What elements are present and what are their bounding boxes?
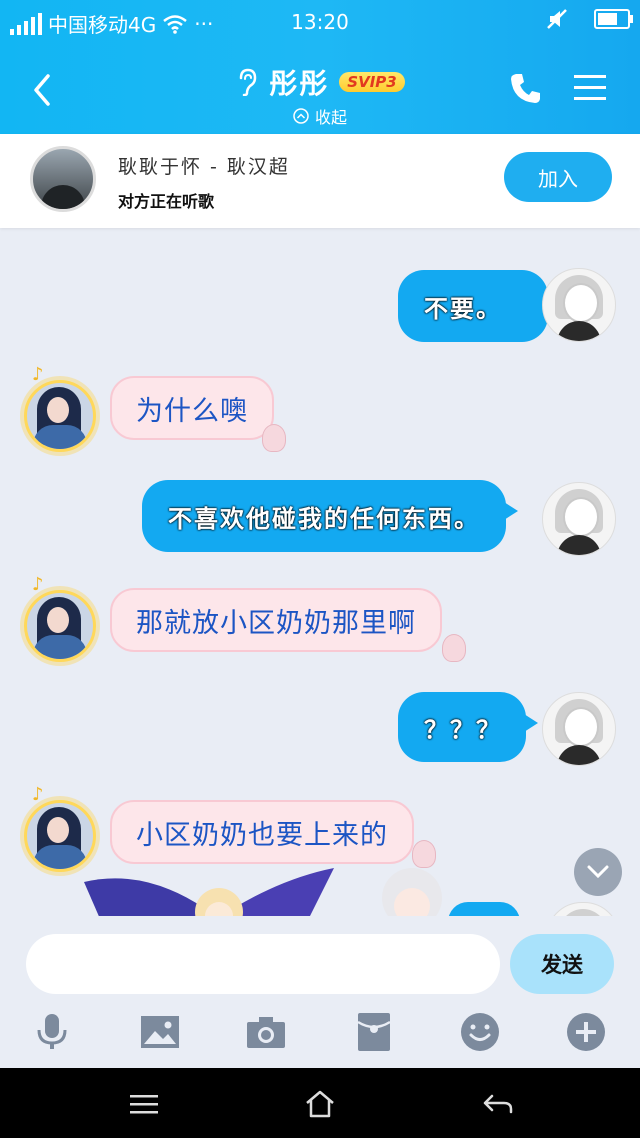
red-packet-button[interactable] [352, 1010, 396, 1054]
home-icon [306, 1090, 334, 1118]
my-avatar[interactable] [542, 268, 616, 342]
message-bubble-outgoing-partial[interactable] [448, 902, 520, 916]
home-button[interactable] [300, 1084, 340, 1124]
plus-icon [567, 1013, 605, 1051]
my-avatar[interactable] [546, 902, 620, 916]
message-text: 不要。 [424, 294, 502, 323]
bubble-sticker-icon [262, 424, 286, 452]
collapse-label: 收起 [314, 108, 347, 127]
collapse-toggle[interactable]: 收起 [293, 104, 347, 128]
chevron-up-circle-icon [293, 108, 309, 124]
message-bubble-incoming[interactable]: 那就放小区奶奶那里啊 [110, 588, 442, 652]
album-cover [30, 146, 96, 212]
send-button[interactable]: 发送 [510, 934, 614, 994]
system-nav-bar [0, 1068, 640, 1138]
message-text: ？？？ [424, 715, 502, 744]
recent-apps-button[interactable] [124, 1084, 164, 1124]
clock: 13:20 [291, 10, 349, 34]
message-bubble-outgoing[interactable]: 不喜欢他碰我的任何东西。 [142, 480, 518, 552]
menu-icon [130, 1095, 158, 1114]
menu-icon [574, 75, 606, 100]
contact-avatar[interactable] [24, 800, 96, 872]
my-avatar[interactable] [542, 482, 616, 556]
music-note-icon: ♪ [32, 574, 44, 595]
menu-button[interactable] [572, 70, 608, 106]
chevron-down-icon [587, 865, 609, 879]
music-note-icon: ♪ [32, 364, 44, 385]
scroll-to-bottom-button[interactable] [574, 848, 622, 896]
message-input[interactable] [26, 934, 500, 994]
red-packet-icon [357, 1013, 391, 1051]
image-button[interactable] [138, 1010, 182, 1054]
svip-badge: SVIP3 [339, 72, 405, 92]
message-bubble-outgoing[interactable]: 不要。 [398, 270, 560, 342]
message-text: 小区奶奶也要上来的 [136, 819, 388, 851]
composer: 发送 [0, 916, 640, 1068]
chat-area[interactable]: 不要。 ♪ 为什么噢 不喜欢他碰我的任何东西。 ♪ 那就放小区奶奶那里啊 ？？？… [0, 228, 640, 916]
message-text: 那就放小区奶奶那里啊 [136, 607, 416, 639]
battery-icon [594, 9, 633, 29]
sticker-image[interactable] [372, 864, 452, 916]
message-bubble-incoming[interactable]: 小区奶奶也要上来的 [110, 800, 414, 864]
music-note-icon: ♪ [32, 784, 44, 805]
message-text: 为什么噢 [136, 395, 248, 427]
listen-status: 对方正在听歌 [118, 192, 215, 211]
song-title: 耿耿于怀 - 耿汉超 [118, 156, 290, 178]
emoji-button[interactable] [458, 1010, 502, 1054]
join-button[interactable]: 加入 [504, 152, 612, 202]
listen-together-bar: 耿耿于怀 - 耿汉超 对方正在听歌 加入 [0, 134, 640, 228]
message-text: 不喜欢他碰我的任何东西。 [168, 504, 480, 533]
my-avatar[interactable] [542, 692, 616, 766]
sticker-image[interactable] [84, 868, 334, 916]
microphone-icon [37, 1014, 67, 1049]
contact-avatar[interactable] [24, 380, 96, 452]
microphone-button[interactable] [30, 1010, 74, 1054]
call-button[interactable] [508, 70, 548, 110]
message-bubble-incoming[interactable]: 为什么噢 [110, 376, 274, 440]
back-arrow-icon [483, 1094, 513, 1114]
image-icon [141, 1016, 179, 1048]
bubble-sticker-icon [442, 634, 466, 662]
phone-icon [511, 74, 540, 103]
back-nav-button[interactable] [478, 1084, 518, 1124]
contact-avatar[interactable] [24, 590, 96, 662]
chat-title: 彤彤 [269, 67, 330, 100]
status-bar: 中国移动4G ··· 13:20 [0, 0, 640, 44]
camera-button[interactable] [244, 1010, 288, 1054]
mute-icon [547, 9, 567, 29]
top-bar: 中国移动4G ··· 13:20 彤彤 SVIP3 收起 [0, 0, 640, 134]
camera-icon [247, 1017, 285, 1048]
message-bubble-outgoing[interactable]: ？？？ [398, 692, 538, 762]
more-button[interactable] [564, 1010, 608, 1054]
emoji-icon [461, 1013, 499, 1051]
ear-icon[interactable] [235, 68, 259, 96]
